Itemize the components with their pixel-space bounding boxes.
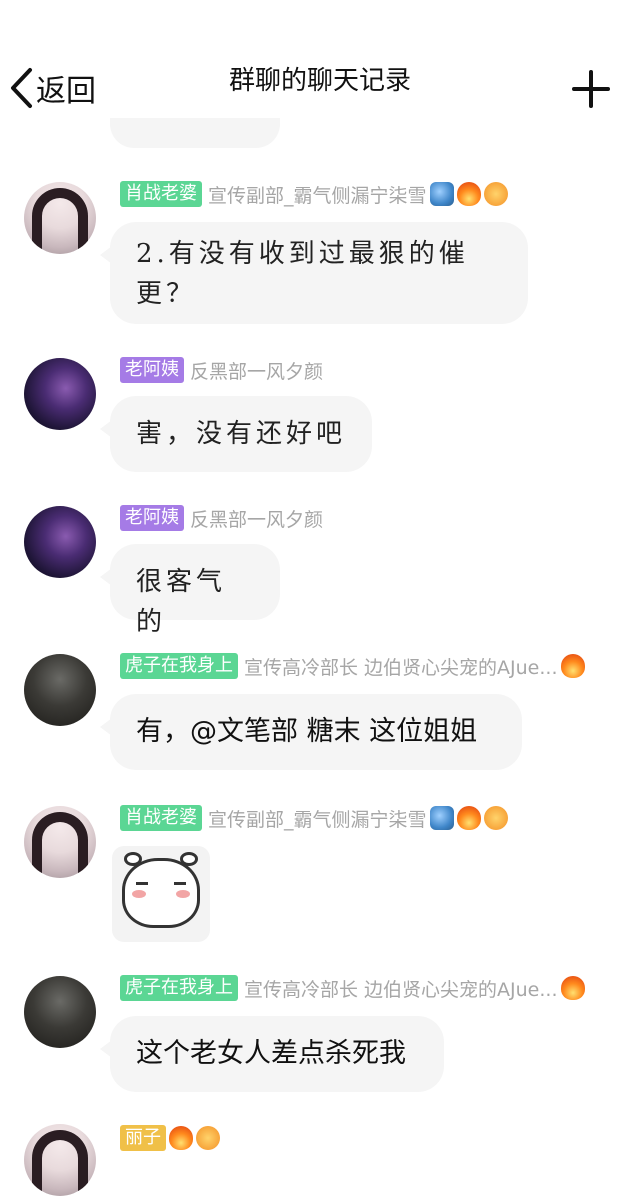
message-bubble[interactable]: 这个老女人差点杀死我 (100, 1016, 444, 1092)
sender-title: 反黑部一风夕颜 (190, 360, 324, 383)
fire-icon (456, 182, 481, 206)
sender-badge: 肖战老婆 (120, 181, 202, 207)
fire-icon (169, 1126, 193, 1150)
sender-row: 虎子在我身上 宣传高冷部长 边伯贤心尖宠的AJue... (120, 652, 585, 680)
message-bubble[interactable]: 很客气的 (100, 544, 280, 637)
sender-badge: 虎子在我身上 (120, 975, 238, 1001)
sender-title: 宣传副部_霸气侧漏宁柒雪 (208, 184, 427, 207)
sender-title: 宣传副部_霸气侧漏宁柒雪 (208, 808, 427, 831)
smile-icon (483, 182, 508, 206)
nav-header: 返回 群聊的聊天记录 (0, 0, 640, 130)
sender-badge: 老阿姨 (120, 357, 184, 383)
avatar[interactable] (24, 182, 96, 254)
plus-icon[interactable] (572, 70, 610, 108)
dragon-icon (429, 182, 454, 206)
bear-sticker[interactable] (112, 846, 210, 942)
sender-badge: 肖战老婆 (120, 805, 202, 831)
sender-row: 老阿姨 反黑部一风夕颜 (120, 356, 323, 384)
smile-icon (483, 806, 508, 830)
avatar[interactable] (24, 654, 96, 726)
sender-row: 老阿姨 反黑部一风夕颜 (120, 504, 323, 532)
dragon-icon (429, 806, 454, 830)
avatar[interactable] (24, 806, 96, 878)
fire-icon (456, 806, 481, 830)
message-bubble[interactable]: 害，没有还好吧 (100, 396, 372, 472)
message-text-line: 更？ (136, 279, 197, 309)
sender-row: 肖战老婆 宣传副部_霸气侧漏宁柒雪 (120, 180, 508, 208)
message-bubble[interactable]: 有，@文笔部 糖末 这位姐姐 (100, 694, 522, 770)
avatar[interactable] (24, 358, 96, 430)
sender-badge: 老阿姨 (120, 505, 184, 531)
sender-title: 宣传高冷部长 边伯贤心尖宠的AJue... (244, 978, 558, 1001)
smile-icon (196, 1126, 220, 1150)
avatar[interactable] (24, 506, 96, 578)
sender-badge: 丽子 (120, 1125, 166, 1151)
sender-row: 肖战老婆 宣传副部_霸气侧漏宁柒雪 (120, 804, 508, 832)
sender-title: 反黑部一风夕颜 (190, 508, 324, 531)
sender-row: 虎子在我身上 宣传高冷部长 边伯贤心尖宠的AJue... (120, 974, 585, 1002)
sender-badge: 虎子在我身上 (120, 653, 238, 679)
fire-icon (560, 654, 585, 678)
message-text: 害，没有还好吧 (136, 419, 347, 449)
sender-title: 宣传高冷部长 边伯贤心尖宠的AJue... (244, 656, 558, 679)
fire-icon (560, 976, 585, 1000)
page-title: 群聊的聊天记录 (228, 66, 411, 96)
avatar[interactable] (24, 1124, 96, 1196)
previous-message-bubble (110, 118, 280, 148)
sender-row: 丽子 (120, 1124, 220, 1152)
message-text-line: 2.有没有收到过最狠的催 (136, 239, 469, 269)
message-text: 很客气的 (136, 567, 227, 637)
message-bubble[interactable]: 2.有没有收到过最狠的催 更？ (100, 222, 528, 324)
message-text: 有，@文笔部 糖末 这位姐姐 (136, 716, 478, 747)
avatar[interactable] (24, 976, 96, 1048)
message-text: 这个老女人差点杀死我 (136, 1038, 406, 1069)
